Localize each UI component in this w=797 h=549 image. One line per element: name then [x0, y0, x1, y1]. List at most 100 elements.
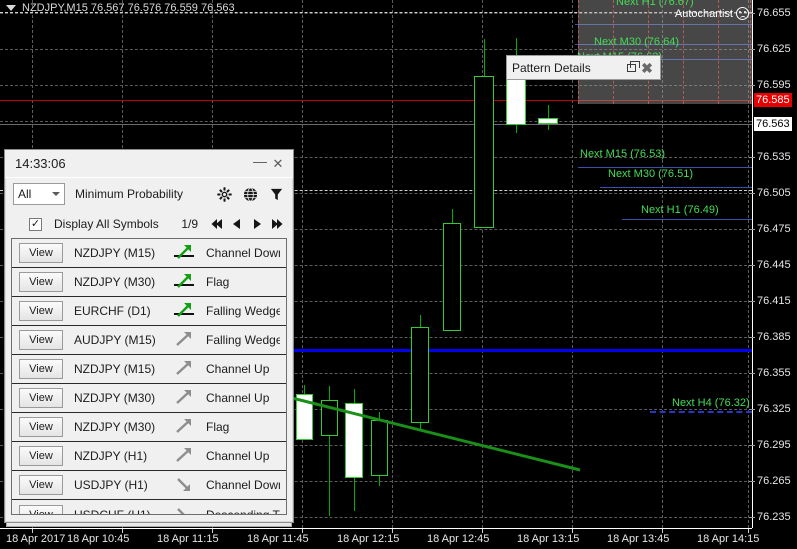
- list-item[interactable]: View EURCHF (D1) Falling Wedge: [12, 297, 286, 326]
- view-button[interactable]: View: [19, 272, 63, 292]
- gray-arrow-up-icon: [171, 446, 197, 466]
- view-button[interactable]: View: [19, 505, 63, 516]
- gray-arrow-up-icon: [171, 388, 197, 408]
- annotation-next-m30-bottom: Next M30 (76.51): [608, 168, 693, 180]
- list-item[interactable]: View USDJPY (H1) Channel Down: [12, 471, 286, 500]
- panel-titlebar[interactable]: 14:33:06 — ✕: [5, 150, 293, 178]
- symbol-filter-select[interactable]: All: [13, 183, 65, 205]
- list-item-symbol: NZDJPY (M15): [63, 362, 171, 376]
- list-item-pattern: Channel Up: [197, 449, 280, 463]
- gray-arrow-up-icon: [171, 330, 197, 350]
- gray-arrow-up-icon: [171, 417, 197, 437]
- chevron-down-icon[interactable]: [6, 5, 16, 11]
- autochartist-panel[interactable]: 14:33:06 — ✕ All Minimum Probability: [4, 149, 294, 523]
- list-item-symbol: NZDJPY (M30): [63, 391, 171, 405]
- pattern-details-title: Pattern Details: [512, 61, 623, 75]
- metatrader-chart-window: Next H1 (76.67) Next M30 (76.64) Next M1…: [0, 0, 797, 549]
- list-item[interactable]: View NZDJPY (M30) Channel Up: [12, 384, 286, 413]
- chevron-down-icon: [52, 192, 60, 196]
- filter-icon: [269, 187, 284, 202]
- list-item-pattern: Channel Down: [197, 246, 280, 260]
- view-button[interactable]: View: [19, 330, 63, 350]
- pattern-details-window[interactable]: Pattern Details ✖: [506, 55, 661, 80]
- time-tick: 18 Apr 10:45: [67, 533, 129, 545]
- green-arrow-up-icon: [171, 272, 197, 292]
- previous-page-button[interactable]: [228, 214, 246, 234]
- pattern-list[interactable]: View NZDJPY (M15) Channel Down View NZDJ…: [11, 238, 287, 515]
- panel-options-row: ✓ Display All Symbols 1/9: [5, 210, 293, 238]
- time-tick: 18 Apr 11:45: [247, 533, 309, 545]
- view-button[interactable]: View: [19, 446, 63, 466]
- page-counter: 1/9: [181, 217, 198, 231]
- price-tick: 76.235: [757, 511, 791, 523]
- symbol-filter-value: All: [18, 187, 52, 201]
- price-tick: 76.325: [757, 403, 791, 415]
- time-tick: 18 Apr 2017: [6, 533, 65, 545]
- last-page-button[interactable]: [268, 214, 286, 234]
- view-button[interactable]: View: [19, 301, 63, 321]
- price-tick: 76.655: [757, 7, 791, 19]
- language-button[interactable]: [240, 183, 260, 205]
- filter-button[interactable]: [266, 183, 286, 205]
- view-button[interactable]: View: [19, 475, 63, 495]
- view-button[interactable]: View: [19, 417, 63, 437]
- list-item-pattern: Falling Wedge: [197, 333, 280, 347]
- panel-clock: 14:33:06: [15, 156, 251, 171]
- list-item-symbol: NZDJPY (M15): [63, 246, 171, 260]
- time-tick: 18 Apr 14:15: [697, 533, 759, 545]
- time-tick: 18 Apr 11:15: [157, 533, 219, 545]
- smiley-face-icon: [736, 7, 749, 20]
- autochartist-label: Autochartist: [675, 8, 733, 20]
- panel-close-button[interactable]: ✕: [269, 155, 287, 173]
- gray-arrow-down-icon: [171, 505, 197, 516]
- bid-price-label: 76.563: [754, 117, 792, 131]
- display-all-symbols-checkbox[interactable]: ✓: [29, 218, 42, 231]
- list-item[interactable]: View NZDJPY (M15) Channel Up: [12, 355, 286, 384]
- view-button[interactable]: View: [19, 243, 63, 263]
- list-item-symbol: EURCHF (D1): [63, 304, 171, 318]
- panel-minimize-button[interactable]: —: [251, 155, 269, 173]
- close-icon: ✖: [641, 61, 653, 75]
- list-item-pattern: Flag: [197, 275, 280, 289]
- time-axis[interactable]: 18 Apr 2017 18 Apr 10:45 18 Apr 11:15 18…: [0, 528, 752, 549]
- list-item[interactable]: View AUDJPY (M15) Falling Wedge: [12, 326, 286, 355]
- price-tick: 76.535: [757, 151, 791, 163]
- settings-button[interactable]: [214, 183, 234, 205]
- list-item[interactable]: View NZDJPY (H1) Channel Up: [12, 442, 286, 471]
- list-item-symbol: NZDJPY (M30): [63, 275, 171, 289]
- skip-to-start-icon: [210, 218, 224, 230]
- view-button[interactable]: View: [19, 388, 63, 408]
- gear-icon: [217, 187, 232, 202]
- triangle-right-icon: [251, 218, 263, 230]
- display-all-symbols-label: Display All Symbols: [54, 217, 159, 231]
- next-page-button[interactable]: [248, 214, 266, 234]
- globe-icon: [243, 187, 258, 202]
- list-item[interactable]: View NZDJPY (M30) Flag: [12, 268, 286, 297]
- time-tick: 18 Apr 13:45: [607, 533, 669, 545]
- list-item[interactable]: View NZDJPY (M15) Channel Down: [12, 239, 286, 268]
- price-tick: 76.595: [757, 79, 791, 91]
- view-button[interactable]: View: [19, 359, 63, 379]
- first-page-button[interactable]: [208, 214, 226, 234]
- annotation-next-m30-top: Next M30 (76.64): [594, 36, 679, 48]
- list-item-pattern: Channel Up: [197, 362, 280, 376]
- annotation-next-m15-bottom: Next M15 (76.53): [580, 148, 665, 160]
- time-tick: 18 Apr 12:45: [427, 533, 489, 545]
- restore-icon: [627, 64, 636, 72]
- triangle-left-icon: [231, 218, 243, 230]
- list-item[interactable]: View USDCHF (H1) Descending Trian..: [12, 500, 286, 515]
- close-window-button[interactable]: ✖: [639, 60, 655, 76]
- list-item[interactable]: View NZDJPY (M30) Flag: [12, 413, 286, 442]
- list-item-symbol: AUDJPY (M15): [63, 333, 171, 347]
- autochartist-brand-badge: Autochartist: [675, 7, 749, 20]
- price-tick: 76.295: [757, 439, 791, 451]
- restore-window-button[interactable]: [623, 60, 639, 76]
- list-item-pattern: Channel Down: [197, 478, 280, 492]
- chart-symbol-header: NZDJPY,M15 76.567 76.576 76.559 76.563: [6, 2, 235, 14]
- list-item-pattern: Descending Trian..: [197, 508, 280, 516]
- list-item-symbol: USDCHF (H1): [63, 508, 171, 516]
- price-axis[interactable]: 76.655 76.625 76.595 76.535 76.505 76.47…: [752, 0, 797, 528]
- price-tick: 76.445: [757, 259, 791, 271]
- price-tick: 76.505: [757, 187, 791, 199]
- skip-to-end-icon: [270, 218, 284, 230]
